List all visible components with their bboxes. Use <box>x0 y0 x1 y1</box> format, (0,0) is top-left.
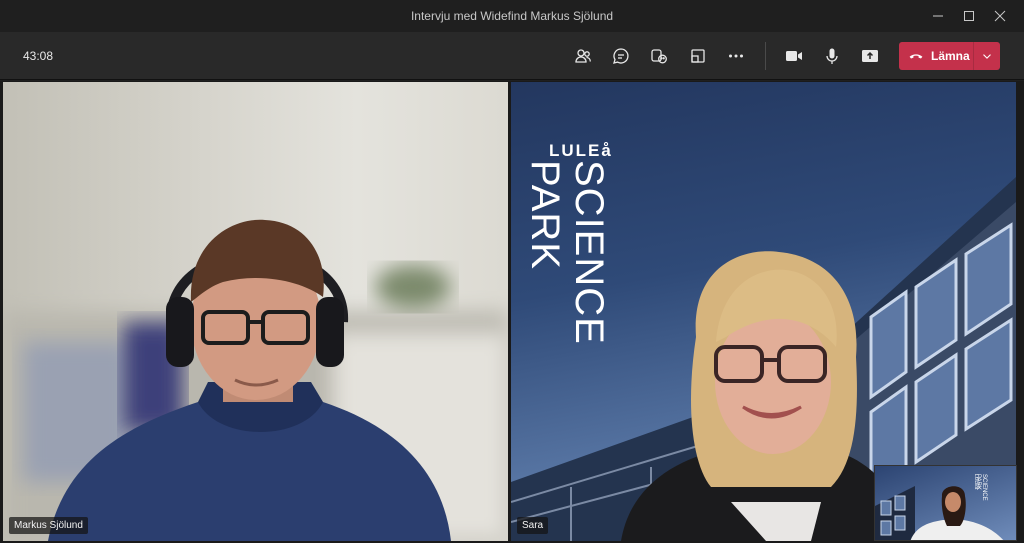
camera-icon <box>786 51 802 61</box>
more-icon <box>729 54 743 58</box>
reactions-icon <box>651 49 667 64</box>
close-icon <box>994 10 1006 22</box>
chevron-down-icon <box>983 54 991 59</box>
self-view-preview: LULEå SCIENCE PARK <box>875 474 1004 540</box>
more-button[interactable] <box>724 44 748 68</box>
chat-button[interactable] <box>609 44 633 68</box>
participant-tile-markus[interactable]: Markus Sjölund <box>3 82 508 541</box>
minimize-icon <box>933 15 943 17</box>
background-logo-top: LULEå <box>549 141 613 160</box>
share-screen-button[interactable] <box>858 44 882 68</box>
people-icon <box>575 49 591 63</box>
maximize-button[interactable] <box>959 6 979 26</box>
microphone-icon <box>826 48 838 64</box>
camera-button[interactable] <box>782 44 806 68</box>
leave-button[interactable]: Lämna <box>899 42 973 70</box>
share-screen-icon <box>862 50 878 62</box>
share-tray-icon <box>691 49 705 63</box>
participant-name-label: Markus Sjölund <box>9 517 88 534</box>
chat-icon <box>613 48 629 64</box>
meeting-toolbar: 43:08 Lämna <box>0 32 1024 80</box>
minimize-button[interactable] <box>928 6 948 26</box>
hang-up-icon <box>909 54 923 59</box>
participants-button[interactable] <box>571 44 595 68</box>
participant-name-label: Sara <box>517 517 549 534</box>
participant-video-markus <box>3 219 508 541</box>
microphone-button[interactable] <box>820 44 844 68</box>
self-view-logo-park: PARK <box>975 474 981 490</box>
reactions-button[interactable] <box>647 44 671 68</box>
toolbar-divider <box>765 42 766 70</box>
background-logo-park: PARK <box>523 160 567 270</box>
meeting-timer: 43:08 <box>23 49 54 63</box>
share-tray-button[interactable] <box>686 44 710 68</box>
leave-label: Lämna <box>931 49 970 63</box>
leave-button-group: Lämna <box>899 42 1000 70</box>
close-button[interactable] <box>990 6 1010 26</box>
title-bar: Intervju med Widefind Markus Sjölund <box>0 0 1024 32</box>
maximize-icon <box>964 11 974 21</box>
window-title: Intervju med Widefind Markus Sjölund <box>410 9 614 23</box>
video-stage: Markus Sjölund LULEå SCIENCE PARK Sara L… <box>0 81 1024 543</box>
self-view-video[interactable]: LULEå SCIENCE PARK <box>874 465 1017 541</box>
leave-options-button[interactable] <box>974 42 1000 70</box>
background-logo-science: SCIENCE <box>567 160 611 345</box>
